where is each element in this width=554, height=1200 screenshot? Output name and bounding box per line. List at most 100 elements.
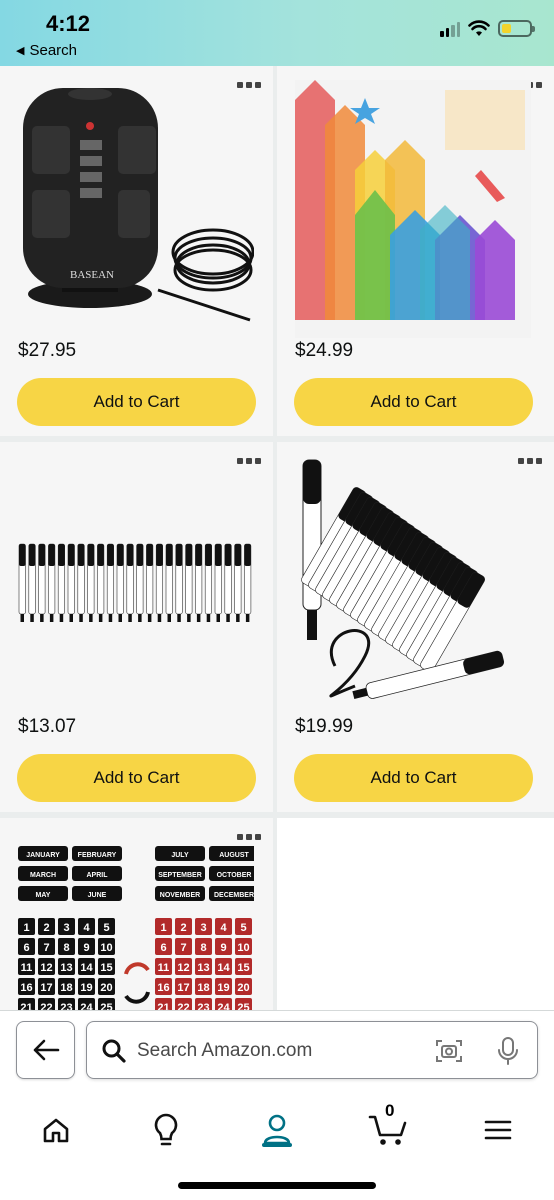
svg-text:19: 19 [80,982,92,994]
month-label: AUGUST [219,852,249,859]
battery-icon [498,20,535,37]
camera-scan-icon[interactable] [435,1038,463,1064]
month-label: DECEMBER [214,892,254,899]
product-card[interactable]: JANUARY FEBRUARY MARCH APRIL MAY JUNE JULY AUGU… [0,818,273,1010]
svg-text:18: 18 [60,982,72,994]
product-price: $27.95 [18,340,77,361]
svg-text:25: 25 [237,1002,249,1010]
svg-text:21: 21 [20,1002,32,1010]
search-input[interactable]: Search Amazon.com [86,1021,538,1079]
svg-text:11: 11 [158,962,170,974]
svg-text:5: 5 [103,922,109,934]
product-image[interactable]: BASEAN [18,80,254,338]
cart-count-badge: 0 [385,1101,395,1120]
svg-text:15: 15 [100,962,112,974]
active-tab-indicator [262,1143,292,1147]
product-card[interactable]: $13.07 Add to Cart [0,442,273,812]
svg-text:12: 12 [177,962,189,974]
svg-text:1: 1 [160,922,166,934]
wifi-icon [468,20,490,36]
svg-text:20: 20 [237,982,249,994]
home-indicator [178,1182,376,1189]
product-card[interactable]: BASEAN $27.95 Add to Cart [0,66,273,436]
product-image[interactable] [295,80,531,338]
status-time: 4:12 [46,11,91,36]
home-icon [43,1118,69,1143]
svg-text:15: 15 [237,962,249,974]
cellular-signal-icon [440,21,460,37]
month-label: NOVEMBER [160,892,200,899]
product-card[interactable]: $19.99 Add to Cart [277,442,554,812]
svg-text:21: 21 [157,1002,169,1010]
product-price: $13.07 [18,716,77,737]
product-price: $19.99 [295,716,354,737]
back-label: Search [29,42,77,59]
menu-icon [484,1120,512,1140]
month-label: OCTOBER [217,872,252,879]
tab-inspire[interactable] [136,1104,196,1156]
svg-text:6: 6 [23,942,29,954]
month-label: JUNE [88,892,107,899]
product-brand-logo: BASEAN [70,269,114,281]
tab-account[interactable] [247,1104,307,1156]
back-button[interactable] [16,1021,75,1079]
add-to-cart-button[interactable]: Add to Cart [17,754,256,802]
search-icon [102,1039,126,1063]
search-placeholder: Search Amazon.com [137,1040,313,1061]
svg-text:3: 3 [200,922,206,934]
svg-text:5: 5 [240,922,246,934]
product-card[interactable]: $24.99 Add to Cart [277,66,554,436]
product-image[interactable] [295,456,531,714]
svg-text:7: 7 [180,942,186,954]
svg-text:22: 22 [177,1002,189,1010]
back-triangle-icon: ◀ [16,45,25,57]
product-image[interactable]: JANUARY FEBRUARY MARCH APRIL MAY JUNE JULY AUGU… [18,846,254,1010]
svg-text:19: 19 [217,982,229,994]
month-label: JULY [171,852,189,859]
add-to-cart-button[interactable]: Add to Cart [294,378,533,426]
svg-text:12: 12 [40,962,52,974]
back-to-search-link[interactable]: ◀ Search [16,42,77,59]
month-label: APRIL [87,872,109,879]
svg-text:18: 18 [197,982,209,994]
svg-text:25: 25 [100,1002,112,1010]
svg-text:23: 23 [197,1002,209,1010]
svg-text:24: 24 [80,1002,93,1010]
month-label: JANUARY [26,852,60,859]
svg-text:8: 8 [200,942,206,954]
more-options-icon[interactable] [237,832,263,842]
month-label: FEBRUARY [78,852,117,859]
svg-text:7: 7 [43,942,49,954]
bottom-search-bar: Search Amazon.com [0,1010,554,1090]
person-icon [263,1114,291,1145]
add-to-cart-button[interactable]: Add to Cart [17,378,256,426]
product-grid: BASEAN $27.95 Add to Cart $24.99 Add to … [0,66,554,1010]
svg-text:10: 10 [100,942,112,954]
product-image[interactable] [18,456,254,714]
tab-home[interactable] [26,1104,86,1156]
month-label: MARCH [30,872,56,879]
svg-text:22: 22 [40,1002,52,1010]
svg-text:2: 2 [43,922,49,934]
svg-text:4: 4 [83,922,90,934]
svg-text:24: 24 [217,1002,230,1010]
svg-text:20: 20 [100,982,112,994]
add-to-cart-button[interactable]: Add to Cart [294,754,533,802]
svg-text:1: 1 [23,922,29,934]
month-label: MAY [36,892,51,899]
svg-text:8: 8 [63,942,69,954]
svg-text:4: 4 [220,922,227,934]
svg-text:9: 9 [83,942,89,954]
microphone-icon[interactable] [497,1036,519,1066]
svg-text:17: 17 [40,982,52,994]
svg-text:17: 17 [177,982,189,994]
svg-text:9: 9 [220,942,226,954]
svg-text:16: 16 [157,982,169,994]
svg-text:11: 11 [21,962,33,974]
tab-menu[interactable] [468,1104,528,1156]
empty-grid-cell [277,818,554,1010]
svg-text:3: 3 [63,922,69,934]
svg-text:6: 6 [160,942,166,954]
status-icons [440,20,535,37]
svg-text:14: 14 [80,962,93,974]
